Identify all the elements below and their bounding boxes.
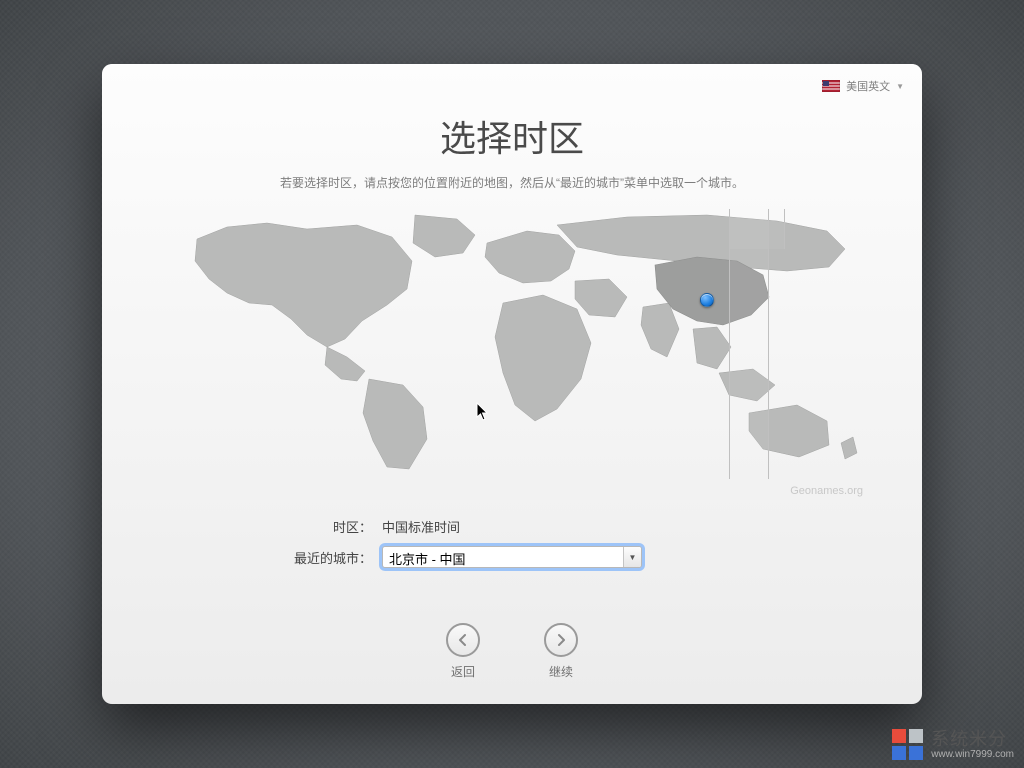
watermark-brand: 系统米分 bbox=[931, 730, 1014, 748]
chevron-down-icon[interactable]: ▼ bbox=[623, 547, 641, 567]
nav-buttons: 返回 继续 bbox=[132, 623, 892, 684]
location-pin-icon bbox=[700, 293, 714, 307]
arrow-left-icon bbox=[446, 623, 480, 657]
flag-us-icon bbox=[822, 80, 840, 92]
timezone-form: 时区： 中国标准时间 最近的城市： 北京市 - 中国 ▼ bbox=[132, 517, 892, 568]
nearest-city-combobox[interactable]: 北京市 - 中国 ▼ bbox=[382, 546, 642, 568]
continue-button[interactable]: 继续 bbox=[544, 623, 578, 680]
watermark-url: www.win7999.com bbox=[931, 750, 1014, 760]
timezone-field-label: 时区： bbox=[132, 517, 382, 536]
language-picker[interactable]: 美国英文 ▼ bbox=[822, 78, 904, 94]
city-field-label: 最近的城市： bbox=[132, 548, 382, 567]
language-label: 美国英文 bbox=[846, 78, 890, 94]
page-title: 选择时区 bbox=[132, 110, 892, 162]
back-label: 返回 bbox=[451, 663, 475, 680]
watermark-logo-icon bbox=[892, 729, 923, 760]
back-button[interactable]: 返回 bbox=[446, 623, 480, 680]
page-subtitle: 若要选择时区，请点按您的位置附近的地图，然后从“最近的城市”菜单中选取一个城市。 bbox=[132, 174, 892, 191]
nearest-city-value: 北京市 - 中国 bbox=[383, 547, 623, 567]
arrow-right-icon bbox=[544, 623, 578, 657]
timezone-value: 中国标准时间 bbox=[382, 517, 642, 536]
setup-panel: 美国英文 ▼ 选择时区 若要选择时区，请点按您的位置附近的地图，然后从“最近的城… bbox=[102, 64, 922, 704]
watermark: 系统米分 www.win7999.com bbox=[892, 729, 1014, 760]
map-attribution: Geonames.org bbox=[790, 485, 863, 497]
world-map[interactable]: Geonames.org bbox=[157, 209, 867, 479]
continue-label: 继续 bbox=[549, 663, 573, 680]
world-map-svg bbox=[157, 209, 867, 479]
chevron-down-icon: ▼ bbox=[896, 82, 904, 91]
